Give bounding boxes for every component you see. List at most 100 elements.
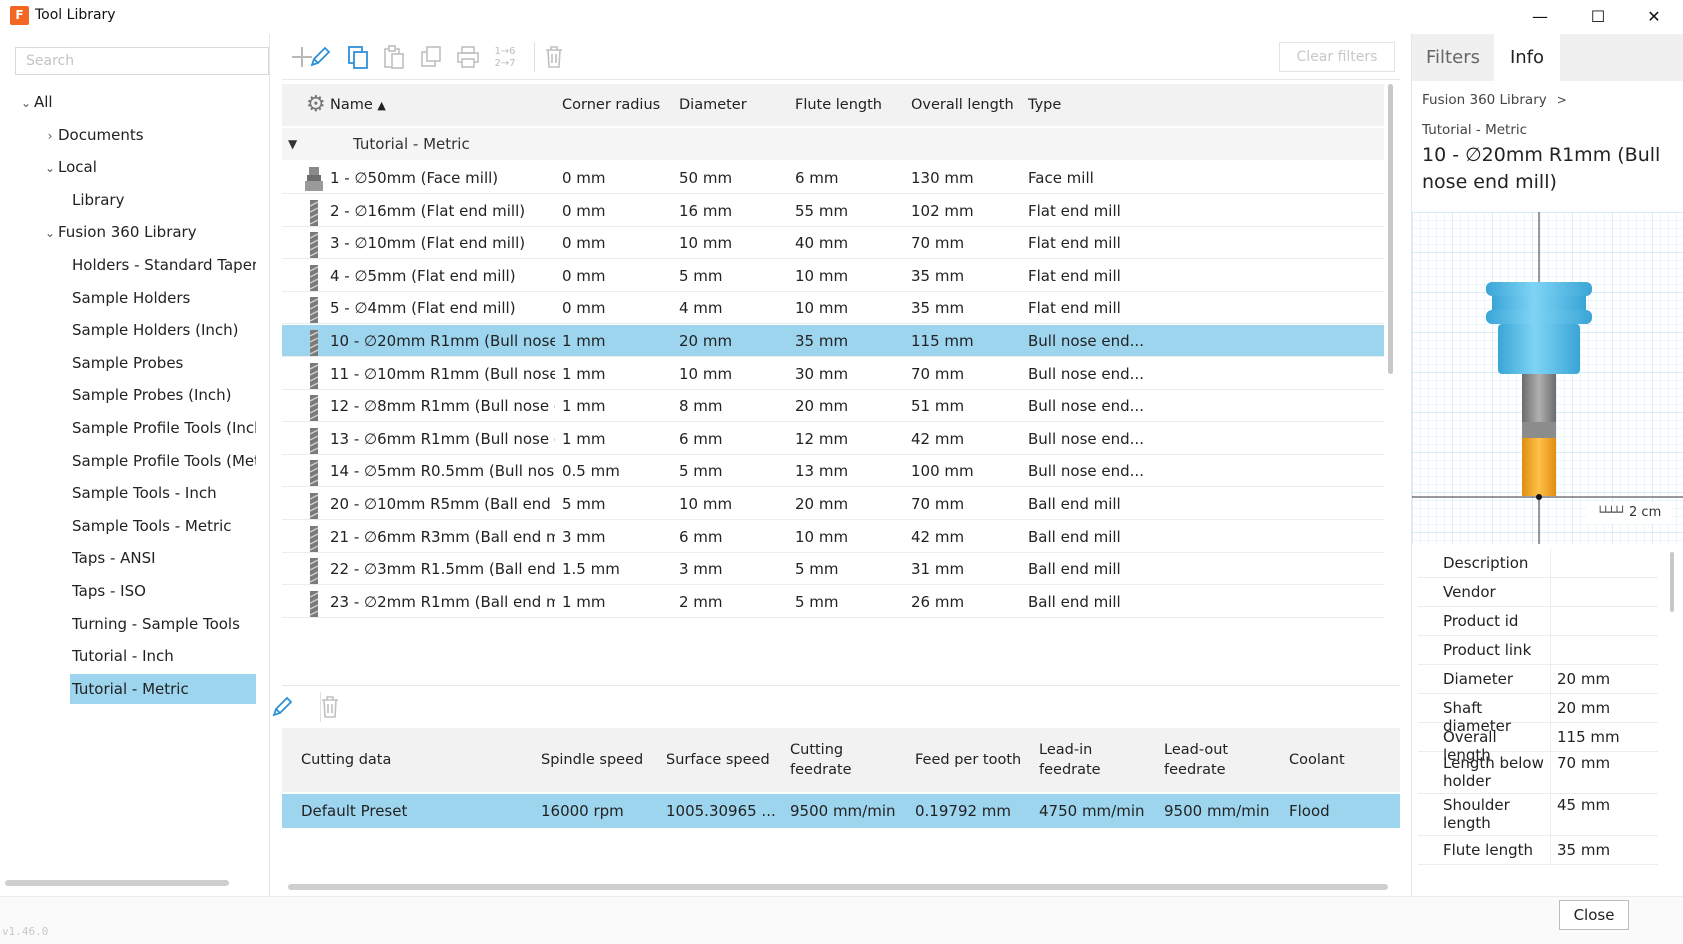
- table-row[interactable]: 5 - ∅4mm (Flat end mill) 0 mm 4 mm 10 mm 35 …: [282, 292, 1384, 325]
- search-input[interactable]: [15, 47, 269, 75]
- preset-panel: Cutting data Spindle speed Surface speed…: [272, 685, 1400, 895]
- table-row[interactable]: 12 - ∅8mm R1mm (Bull nose e... 1 mm 8 mm 20…: [282, 390, 1384, 423]
- print-icon[interactable]: [454, 44, 482, 72]
- property-value[interactable]: [1550, 549, 1658, 577]
- cell-type: Ball end mill: [1028, 560, 1121, 579]
- header-spindle-speed[interactable]: Spindle speed: [541, 728, 651, 792]
- header-flute-length[interactable]: Flute length: [795, 84, 882, 126]
- property-value[interactable]: 20 mm: [1550, 665, 1658, 693]
- header-lead-in-feedrate[interactable]: Lead-in feedrate: [1039, 728, 1119, 792]
- paste-icon[interactable]: [380, 44, 408, 72]
- edit-preset-icon[interactable]: [268, 694, 296, 722]
- tree-item[interactable]: › Documents: [42, 120, 252, 150]
- tree-item[interactable]: ⌄ All: [18, 87, 252, 117]
- tab-info[interactable]: Info: [1494, 34, 1560, 81]
- table-row[interactable]: 10 - ∅20mm R1mm (Bull nose ... 1 mm 20 mm 3…: [282, 325, 1384, 357]
- table-row[interactable]: 23 - ∅2mm R1mm (Ball end mill) 1 mm 2 mm 5 …: [282, 586, 1384, 618]
- property-value[interactable]: 35 mm: [1550, 836, 1658, 864]
- header-coolant[interactable]: Coolant: [1289, 728, 1389, 792]
- end-mill-icon: [305, 558, 323, 585]
- table-row[interactable]: 22 - ∅3mm R1.5mm (Ball end ... 1.5 mm 3 mm…: [282, 553, 1384, 586]
- header-cutting-data[interactable]: Cutting data: [301, 728, 501, 792]
- tree-item[interactable]: Sample Holders (Inch): [70, 315, 256, 345]
- preset-row[interactable]: Default Preset 16000 rpm 1005.30965 ... …: [282, 794, 1400, 828]
- header-surface-speed[interactable]: Surface speed: [666, 728, 776, 792]
- table-row[interactable]: 21 - ∅6mm R3mm (Ball end mill) 3 mm 6 mm 10…: [282, 521, 1384, 553]
- delete-icon[interactable]: [540, 44, 568, 72]
- edit-icon[interactable]: [306, 44, 334, 72]
- chevron-down-icon[interactable]: ⌄: [42, 218, 58, 247]
- table-row[interactable]: 14 - ∅5mm R0.5mm (Bull nose ... 0.5 mm 5 m…: [282, 455, 1384, 488]
- breadcrumb-library[interactable]: Fusion 360 Library: [1422, 92, 1547, 108]
- property-value[interactable]: [1550, 607, 1658, 635]
- minimize-icon[interactable]: —: [1511, 0, 1569, 33]
- property-value[interactable]: 20 mm: [1550, 694, 1658, 722]
- header-name[interactable]: Name ▲: [330, 84, 386, 126]
- table-row[interactable]: 3 - ∅10mm (Flat end mill) 0 mm 10 mm 40 mm 7…: [282, 227, 1384, 260]
- tree-item[interactable]: Library: [70, 185, 256, 215]
- tree-item[interactable]: Sample Probes: [70, 348, 256, 378]
- close-window-icon[interactable]: ✕: [1625, 0, 1683, 33]
- property-value[interactable]: 115 mm: [1550, 723, 1658, 751]
- table-row[interactable]: 2 - ∅16mm (Flat end mill) 0 mm 16 mm 55 mm 1…: [282, 195, 1384, 227]
- collapse-triangle-icon[interactable]: ▼: [288, 128, 297, 160]
- tree-item[interactable]: Sample Profile Tools (Metri: [70, 446, 256, 476]
- header-corner-radius[interactable]: Corner radius: [562, 84, 660, 126]
- header-overall-length[interactable]: Overall length: [911, 84, 1014, 126]
- chevron-right-icon[interactable]: ›: [42, 121, 58, 150]
- maximize-icon[interactable]: ☐: [1569, 0, 1627, 33]
- tree-item[interactable]: Sample Tools - Inch: [70, 478, 256, 508]
- property-value[interactable]: 45 mm: [1550, 794, 1658, 835]
- tree-item[interactable]: Sample Tools - Metric: [70, 511, 256, 541]
- cell-flute: 6 mm: [795, 169, 839, 187]
- preset-horizontal-scrollbar[interactable]: [288, 884, 1388, 890]
- tree-item[interactable]: Sample Probes (Inch): [70, 380, 256, 410]
- tree-item[interactable]: Taps - ANSI: [70, 543, 256, 573]
- tree-item[interactable]: Turning - Sample Tools: [70, 609, 256, 639]
- tree-item[interactable]: Holders - Standard Taper B: [70, 250, 256, 280]
- duplicate-icon[interactable]: [417, 44, 445, 72]
- breadcrumb[interactable]: Fusion 360 Library >: [1422, 92, 1567, 108]
- info-vertical-scrollbar[interactable]: [1670, 552, 1674, 612]
- cell-flute: 5 mm: [795, 592, 839, 611]
- header-diameter[interactable]: Diameter: [679, 84, 747, 126]
- tree-item[interactable]: Taps - ISO: [70, 576, 256, 606]
- close-button[interactable]: Close: [1559, 900, 1629, 930]
- chevron-down-icon[interactable]: ⌄: [42, 153, 58, 182]
- clear-filters-button[interactable]: Clear filters: [1279, 42, 1395, 72]
- table-row[interactable]: 20 - ∅10mm R5mm (Ball end m... 5 mm 10 mm 2…: [282, 488, 1384, 520]
- property-value[interactable]: 70 mm: [1550, 752, 1658, 793]
- header-lead-out-feedrate[interactable]: Lead-out feedrate: [1164, 728, 1244, 792]
- property-value[interactable]: [1550, 578, 1658, 606]
- table-row[interactable]: 1 - ∅50mm (Face mill) 0 mm 50 mm 6 mm 130 mm…: [282, 162, 1384, 194]
- table-row[interactable]: 11 - ∅10mm R1mm (Bull nose e... 1 mm 10 mm…: [282, 358, 1384, 390]
- delete-preset-icon[interactable]: [316, 694, 344, 722]
- tree-item[interactable]: Sample Holders: [70, 283, 256, 313]
- header-cutting-feedrate[interactable]: Cutting feedrate: [790, 728, 870, 792]
- chevron-down-icon[interactable]: ⌄: [18, 88, 34, 117]
- tree-item[interactable]: Tutorial - Metric: [70, 673, 256, 704]
- header-feed-per-tooth[interactable]: Feed per tooth: [915, 728, 1025, 792]
- header-type[interactable]: Type: [1028, 84, 1061, 126]
- table-row[interactable]: 13 - ∅6mm R1mm (Bull nose e... 1 mm 6 mm 12…: [282, 423, 1384, 455]
- cell-flute: 55 mm: [795, 201, 849, 220]
- group-row[interactable]: ▼ Tutorial - Metric: [282, 128, 1384, 160]
- tree-horizontal-scrollbar[interactable]: [5, 880, 229, 886]
- gear-icon[interactable]: ⚙: [306, 92, 326, 118]
- tree-item[interactable]: ⌄ Local: [42, 152, 252, 182]
- tool-preview[interactable]: └┴┴┴┘ 2 cm: [1412, 212, 1683, 544]
- tool-table-vertical-scrollbar[interactable]: [1388, 84, 1393, 374]
- tree-item-label: Taps - ISO: [72, 582, 146, 600]
- tree-item[interactable]: Sample Profile Tools (Inch): [70, 413, 256, 443]
- tree-item[interactable]: Tutorial - Inch: [70, 641, 256, 671]
- copy-icon[interactable]: [344, 44, 372, 72]
- tree-item[interactable]: ⌄ Fusion 360 Library: [42, 217, 252, 247]
- tool-title: 10 - ∅20mm R1mm (Bull nose end mill): [1422, 144, 1661, 193]
- breadcrumb-group[interactable]: Tutorial - Metric: [1422, 122, 1527, 138]
- renumber-icon[interactable]: 1→6 2→7: [491, 44, 519, 72]
- cell-name: 4 - ∅5mm (Flat end mill): [330, 266, 516, 285]
- property-value[interactable]: [1550, 636, 1658, 664]
- table-row[interactable]: 4 - ∅5mm (Flat end mill) 0 mm 5 mm 10 mm 35 …: [282, 260, 1384, 292]
- tab-filters[interactable]: Filters: [1412, 34, 1494, 81]
- cell-name: 14 - ∅5mm R0.5mm (Bull nose ...: [330, 462, 555, 481]
